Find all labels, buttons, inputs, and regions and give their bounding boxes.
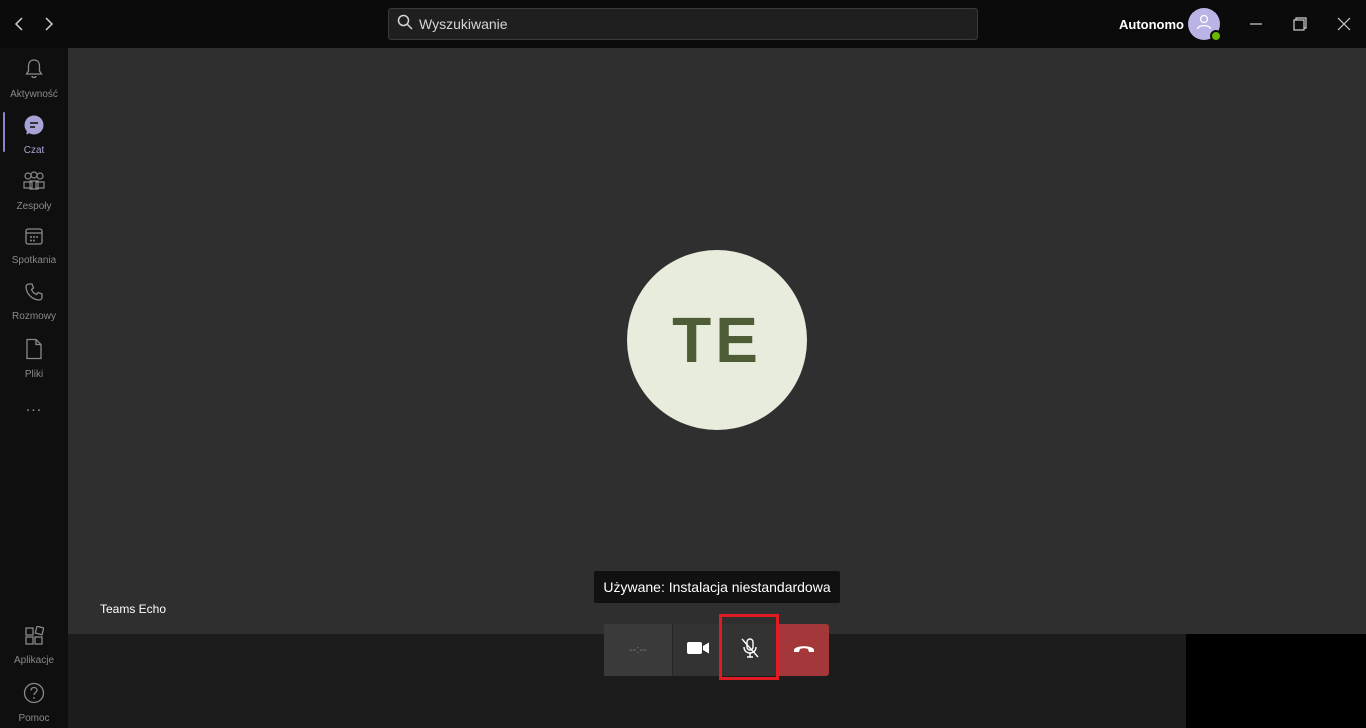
active-indicator <box>3 112 5 152</box>
rail-item-calendar[interactable]: Spotkania <box>0 216 68 272</box>
restore-icon[interactable] <box>1288 12 1312 36</box>
rail-item-files[interactable]: Pliki <box>0 328 68 384</box>
file-icon <box>25 338 43 365</box>
call-stage: TE Teams Echo <box>68 48 1366 634</box>
app-rail: Aktywność Czat Zespoły Spotkania Rozmowy… <box>0 48 68 728</box>
highlight-box <box>719 614 779 680</box>
search-input[interactable]: Wyszukiwanie <box>388 8 978 40</box>
help-icon <box>23 682 45 709</box>
apps-icon <box>24 625 45 651</box>
rail-item-label: Spotkania <box>11 255 57 266</box>
rail-item-calls[interactable]: Rozmowy <box>0 272 68 328</box>
rail-item-label: Czat <box>23 145 45 156</box>
self-view-area <box>1186 634 1366 728</box>
camera-icon <box>686 640 710 661</box>
rail-item-help[interactable]: Pomoc <box>0 672 68 728</box>
more-icon: ... <box>25 398 43 415</box>
device-tooltip: Używane: Instalacja niestandardowa <box>594 571 840 603</box>
avatar[interactable] <box>1188 8 1222 42</box>
bell-icon <box>24 58 44 85</box>
rail-item-label: Aktywność <box>10 89 58 100</box>
hang-up-button[interactable] <box>778 624 829 676</box>
calendar-icon <box>24 226 44 251</box>
participant-avatar: TE <box>627 250 807 430</box>
search-placeholder: Wyszukiwanie <box>419 16 508 32</box>
user-name: Autonomo <box>1119 17 1184 32</box>
phone-icon <box>24 282 44 307</box>
search-icon <box>397 14 413 35</box>
title-bar: Wyszukiwanie Autonomo <box>0 0 1366 48</box>
rail-item-activity[interactable]: Aktywność <box>0 48 68 104</box>
rail-item-apps[interactable]: Aplikacje <box>0 616 68 672</box>
close-icon[interactable] <box>1332 12 1356 36</box>
back-arrow-icon[interactable] <box>8 12 32 36</box>
forward-arrow-icon[interactable] <box>36 12 60 36</box>
call-controls: --:-- <box>604 614 829 680</box>
camera-button[interactable] <box>672 624 722 676</box>
minimize-icon[interactable] <box>1244 12 1268 36</box>
rail-item-label: Aplikacje <box>13 655 55 666</box>
rail-more-button[interactable]: ... <box>0 394 68 424</box>
rail-item-label: Rozmowy <box>12 311 56 322</box>
chat-icon <box>23 114 45 141</box>
participant-name: Teams Echo <box>100 602 167 616</box>
rail-item-chat[interactable]: Czat <box>0 104 68 160</box>
rail-item-label: Pomoc <box>18 713 50 724</box>
hang-up-icon <box>792 641 816 659</box>
rail-item-label: Pliki <box>24 369 44 380</box>
rail-item-teams[interactable]: Zespoły <box>0 160 68 216</box>
teams-icon <box>22 170 46 197</box>
presence-available-badge <box>1210 30 1222 42</box>
mute-button[interactable] <box>719 614 779 680</box>
participant-initials: TE <box>672 304 762 376</box>
rail-item-label: Zespoły <box>16 201 52 212</box>
call-timer: --:-- <box>604 624 672 676</box>
